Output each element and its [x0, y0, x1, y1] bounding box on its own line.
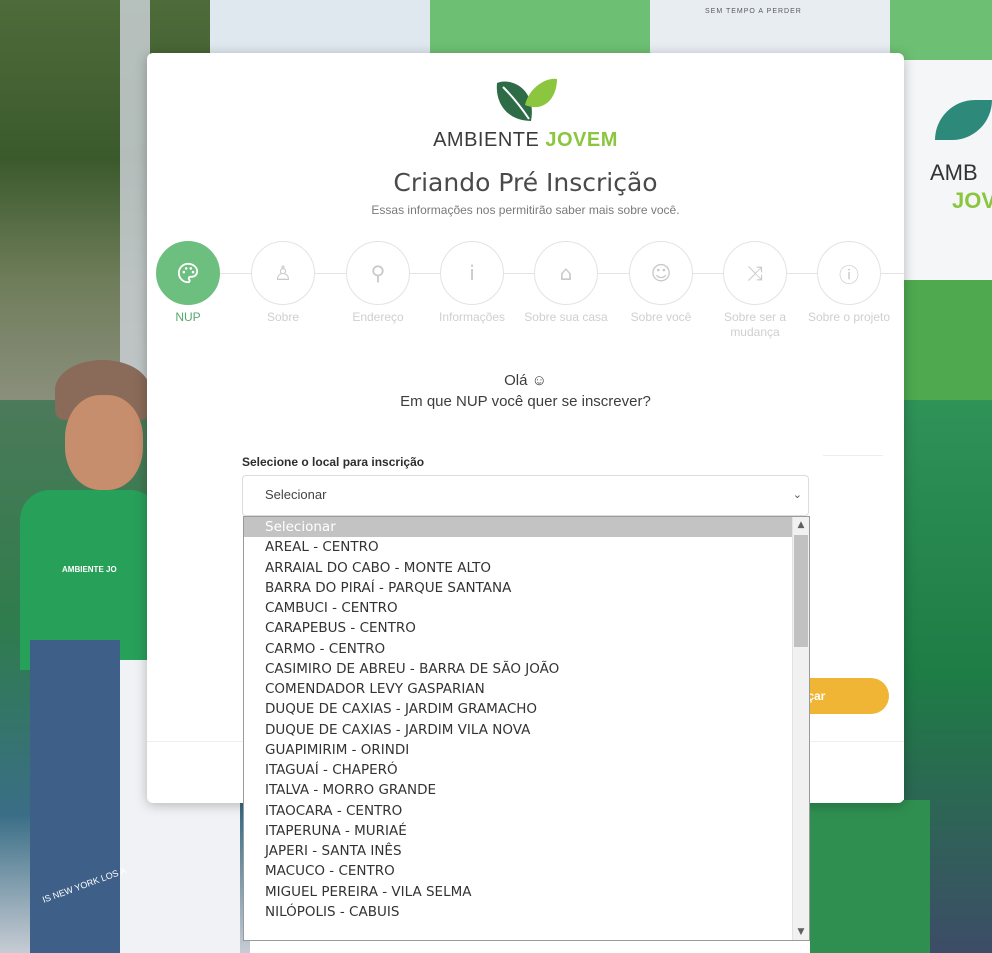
brand-logo: AMBIENTE JOVEM — [147, 75, 904, 152]
location-dropdown-list[interactable]: Selecionar AREAL - CENTRO ARRAIAL DO CAB… — [243, 516, 810, 941]
step-nup[interactable]: NUP — [144, 241, 232, 325]
dropdown-option[interactable]: CASIMIRO DE ABREU - BARRA DE SÃO JOÃO — [244, 659, 809, 679]
dropdown-option[interactable]: CARAPEBUS - CENTRO — [244, 618, 809, 638]
dropdown-option[interactable]: CAMBUCI - CENTRO — [244, 598, 809, 618]
divider — [823, 455, 883, 456]
step-sobre-voce[interactable]: ☺ Sobre você — [617, 241, 705, 325]
scroll-up-arrow-icon[interactable]: ▲ — [793, 517, 809, 533]
step-informacoes[interactable]: i Informações — [428, 241, 516, 325]
palette-icon — [156, 241, 220, 305]
step-sobre-ser-a-mudanca[interactable]: ⤨ Sobre ser a mudança — [711, 241, 799, 340]
step-endereco[interactable]: ⚲ Endereço — [334, 241, 422, 325]
question-text: Em que NUP você quer se inscrever? — [400, 393, 651, 410]
smile-icon: ☺ — [629, 241, 693, 305]
brand-name: AMBIENTE JOVEM — [147, 129, 904, 152]
step-label: NUP — [175, 310, 201, 324]
dropdown-option[interactable]: MIGUEL PEREIRA - VILA SELMA — [244, 882, 809, 902]
banner-logo-text-green: JOV — [952, 188, 992, 213]
page-subtitle: Essas informações nos permitirão saber m… — [371, 203, 680, 217]
shirt-logo: AMBIENTE JO — [62, 565, 117, 574]
dropdown-option[interactable]: DUQUE DE CAXIAS - JARDIM VILA NOVA — [244, 720, 809, 740]
banner-slogan: SEM TEMPO A PERDER — [705, 8, 802, 15]
person-face — [65, 395, 143, 490]
location-pin-icon: ⚲ — [346, 241, 410, 305]
dropdown-scrollbar[interactable]: ▲ ▼ — [792, 517, 809, 940]
dropdown-option[interactable]: COMENDADOR LEVY GASPARIAN — [244, 679, 809, 699]
banner-logo-text: AMB — [930, 160, 978, 185]
brand-name-part2: JOVEM — [545, 129, 618, 151]
step-label: Sobre o projeto — [807, 310, 891, 324]
step-label: Sobre sua casa — [524, 310, 608, 324]
page-title: Criando Pré Inscrição — [393, 168, 658, 197]
dropdown-option[interactable]: ITAGUAÍ - CHAPERÓ — [244, 760, 809, 780]
dropdown-option[interactable]: BARRA DO PIRAÍ - PARQUE SANTANA — [244, 578, 809, 598]
dropdown-option[interactable]: ITAOCARA - CENTRO — [244, 801, 809, 821]
dropdown-option[interactable]: ITAPERUNA - MURIAÉ — [244, 821, 809, 841]
location-select[interactable]: Selecionar ⌄ — [242, 475, 809, 516]
dropdown-option[interactable]: MACUCO - CENTRO — [244, 861, 809, 881]
dropdown-option[interactable]: ITALVA - MORRO GRANDE — [244, 780, 809, 800]
user-icon: ♙ — [251, 241, 315, 305]
dropdown-option[interactable]: Selecionar — [244, 517, 809, 538]
step-sobre-sua-casa[interactable]: ⌂ Sobre sua casa — [522, 241, 610, 325]
info-circle-icon: ⓘ — [817, 241, 881, 305]
dropdown-option[interactable]: JAPERI - SANTA INÊS — [244, 841, 809, 861]
info-icon: i — [440, 241, 504, 305]
dropdown-option[interactable]: NILÓPOLIS - CABUIS — [244, 902, 809, 922]
dropdown-option[interactable]: CARMO - CENTRO — [244, 639, 809, 659]
shuffle-icon: ⤨ — [723, 241, 787, 305]
step-label: Sobre — [266, 310, 300, 324]
brand-name-part1: AMBIENTE — [433, 129, 546, 151]
step-label: Sobre ser a mudança — [723, 310, 787, 339]
dropdown-option[interactable] — [244, 922, 809, 940]
dropdown-option[interactable]: DUQUE DE CAXIAS - JARDIM GRAMACHO — [244, 699, 809, 719]
step-label: Sobre você — [630, 310, 692, 324]
scroll-down-arrow-icon[interactable]: ▼ — [793, 924, 809, 940]
leaf-logo-icon — [496, 78, 557, 121]
dropdown-option[interactable]: AREAL - CENTRO — [244, 537, 809, 557]
step-label: Endereço — [352, 310, 404, 324]
chevron-down-icon: ⌄ — [792, 489, 802, 501]
location-select-value: Selecionar — [265, 487, 327, 502]
dropdown-option[interactable]: GUAPIMIRIM - ORINDI — [244, 740, 809, 760]
step-sobre[interactable]: ♙ Sobre — [239, 241, 327, 325]
step-label: Informações — [438, 310, 506, 324]
home-icon: ⌂ — [534, 241, 598, 305]
greeting-text: Olá ☺ — [504, 372, 547, 389]
dropdown-option[interactable]: ARRAIAL DO CABO - MONTE ALTO — [244, 558, 809, 578]
location-field-label: Selecione o local para inscrição — [242, 455, 425, 469]
scrollbar-thumb[interactable] — [794, 535, 808, 647]
step-sobre-o-projeto[interactable]: ⓘ Sobre o projeto — [805, 241, 893, 325]
